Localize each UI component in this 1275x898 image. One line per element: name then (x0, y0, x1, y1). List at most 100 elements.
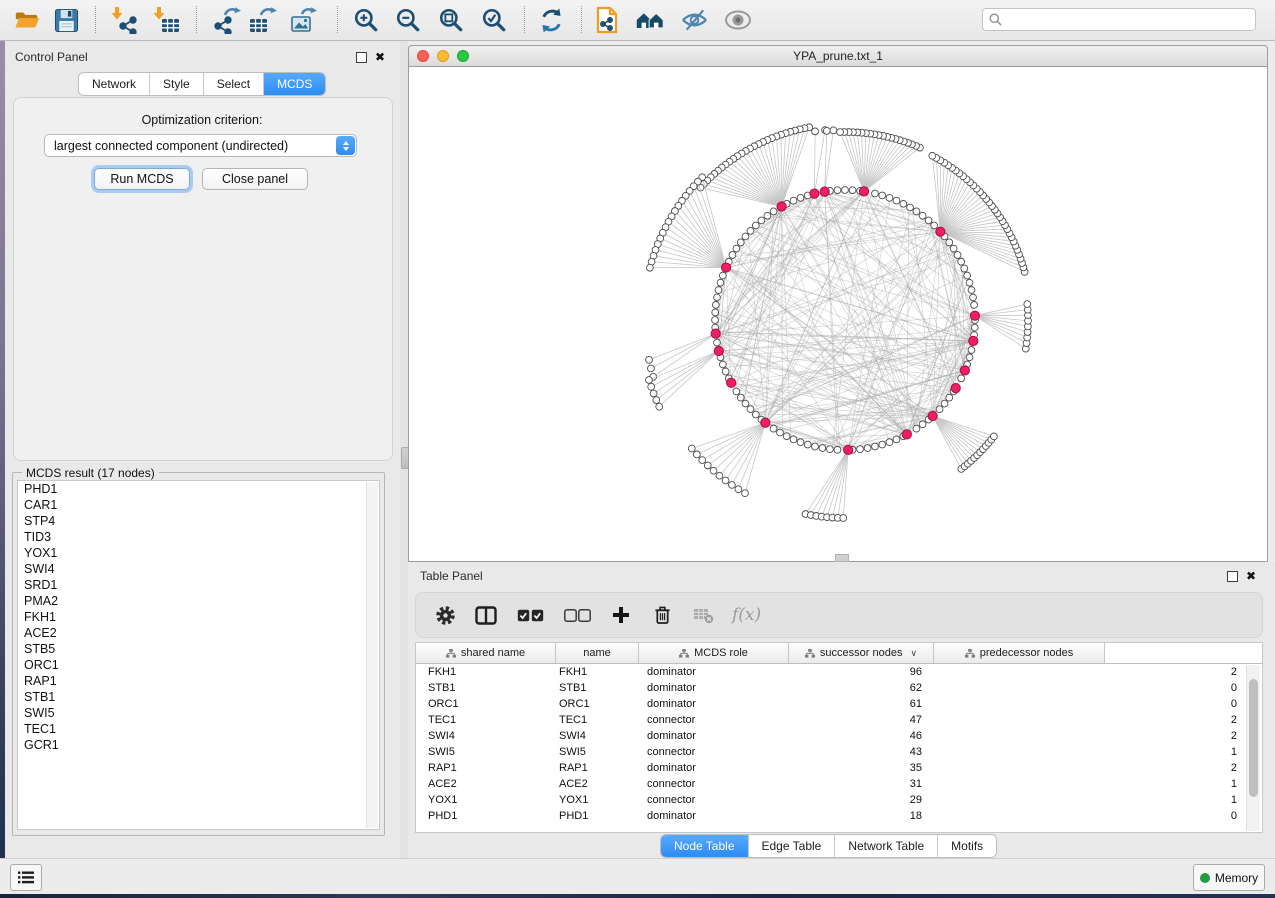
network-node[interactable] (961, 265, 968, 272)
network-node[interactable] (646, 356, 653, 363)
node-table[interactable]: shared name name MCDS role successor nod… (415, 642, 1263, 833)
network-node[interactable] (812, 443, 819, 450)
network-node[interactable] (722, 477, 729, 484)
table-row[interactable]: FKH1FKH1dominator962 (416, 664, 1262, 680)
network-node[interactable] (842, 187, 849, 194)
hide-elements-icon[interactable] (679, 5, 709, 35)
network-node[interactable] (752, 411, 759, 418)
table-row[interactable]: ACE2ACE2connector311 (416, 776, 1262, 792)
network-node[interactable] (729, 252, 736, 259)
network-node[interactable] (714, 294, 721, 301)
network-node[interactable] (864, 445, 871, 452)
table-row[interactable]: ORC1ORC1dominator610 (416, 696, 1262, 712)
network-node[interactable] (804, 441, 811, 448)
mcds-hub-node[interactable] (902, 430, 911, 439)
network-node[interactable] (719, 361, 726, 368)
share-document-icon[interactable] (592, 5, 622, 35)
network-node[interactable] (646, 264, 653, 271)
mcds-result-item[interactable]: STP4 (18, 513, 379, 529)
network-node[interactable] (770, 425, 777, 432)
network-node[interactable] (717, 279, 724, 286)
column-header-mcds-role[interactable]: MCDS role (639, 643, 789, 663)
delete-column-icon[interactable] (650, 603, 674, 627)
network-node[interactable] (783, 433, 790, 440)
mcds-hub-node[interactable] (928, 411, 937, 420)
tab-node-table[interactable]: Node Table (661, 835, 749, 857)
network-node[interactable] (823, 127, 830, 134)
network-node[interactable] (710, 467, 717, 474)
network-node[interactable] (966, 279, 973, 286)
table-row[interactable]: PHD1PHD1dominator180 (416, 808, 1262, 824)
show-columns-icon[interactable] (474, 603, 498, 627)
zoom-in-icon[interactable] (351, 5, 381, 35)
mcds-result-item[interactable]: SWI4 (18, 561, 379, 577)
network-node[interactable] (900, 200, 907, 207)
tab-network-table[interactable]: Network Table (835, 835, 938, 857)
table-scrollbar[interactable] (1246, 665, 1260, 831)
network-node[interactable] (893, 197, 900, 204)
import-table-icon[interactable] (151, 5, 181, 35)
mcds-result-list[interactable]: PHD1CAR1STP4TID3YOX1SWI4SRD1PMA2FKH1ACE2… (17, 480, 380, 830)
run-mcds-button[interactable]: Run MCDS (94, 168, 190, 190)
mcds-hub-node[interactable] (761, 418, 770, 427)
network-window-titlebar[interactable]: YPA_prune.txt_1 (408, 45, 1268, 67)
network-node[interactable] (946, 394, 953, 401)
mcds-result-item[interactable]: PHD1 (18, 481, 379, 497)
network-node[interactable] (834, 187, 841, 194)
column-header-shared-name[interactable]: shared name (416, 643, 556, 663)
network-node[interactable] (913, 208, 920, 215)
mcds-result-item[interactable]: TEC1 (18, 721, 379, 737)
tab-network[interactable]: Network (79, 73, 150, 95)
mcds-result-item[interactable]: CAR1 (18, 497, 379, 513)
mcds-hub-node[interactable] (727, 378, 736, 387)
network-node[interactable] (737, 239, 744, 246)
mcds-hub-node[interactable] (721, 263, 730, 272)
home-networks-icon[interactable] (635, 5, 665, 35)
network-node[interactable] (958, 375, 965, 382)
mcds-list-scrollbar[interactable] (366, 482, 378, 828)
network-node[interactable] (872, 190, 879, 197)
network-node[interactable] (712, 317, 719, 324)
network-node[interactable] (797, 194, 804, 201)
show-log-console-button[interactable] (10, 864, 42, 891)
network-node[interactable] (886, 439, 893, 446)
close-panel-icon[interactable]: ✖ (375, 53, 385, 62)
network-node[interactable] (991, 433, 998, 440)
network-node[interactable] (941, 400, 948, 407)
export-table-icon[interactable] (248, 5, 278, 35)
network-node[interactable] (849, 187, 856, 194)
network-node[interactable] (728, 482, 735, 489)
mcds-result-item[interactable]: SWI5 (18, 705, 379, 721)
network-node[interactable] (742, 233, 749, 240)
save-session-icon[interactable] (51, 5, 81, 35)
table-row[interactable]: YOX1YOX1connector291 (416, 792, 1262, 808)
network-node[interactable] (715, 287, 722, 294)
mcds-result-item[interactable]: RAP1 (18, 673, 379, 689)
network-canvas[interactable] (409, 67, 1267, 561)
network-node[interactable] (971, 324, 978, 331)
mcds-result-item[interactable]: SRD1 (18, 577, 379, 593)
network-node[interactable] (650, 390, 657, 397)
network-node[interactable] (837, 129, 844, 136)
mcds-hub-node[interactable] (844, 445, 853, 454)
network-node[interactable] (737, 394, 744, 401)
network-node[interactable] (830, 127, 837, 134)
table-scrollbar-thumb[interactable] (1249, 679, 1258, 797)
network-node[interactable] (946, 239, 953, 246)
deselect-all-icon[interactable] (562, 603, 592, 627)
network-node[interactable] (931, 222, 938, 229)
tab-motifs[interactable]: Motifs (938, 835, 996, 857)
network-node[interactable] (653, 397, 660, 404)
mcds-result-item[interactable]: ORC1 (18, 657, 379, 673)
network-node[interactable] (656, 403, 663, 410)
network-node[interactable] (950, 245, 957, 252)
open-session-icon[interactable] (12, 5, 42, 35)
network-node[interactable] (966, 354, 973, 361)
mcds-hub-node[interactable] (951, 384, 960, 393)
select-all-icon[interactable] (515, 603, 545, 627)
network-node[interactable] (699, 457, 706, 464)
network-node[interactable] (893, 436, 900, 443)
mcds-result-item[interactable]: FKH1 (18, 609, 379, 625)
close-panel-button[interactable]: Close panel (202, 168, 308, 190)
table-row[interactable]: SWI4SWI4dominator462 (416, 728, 1262, 744)
